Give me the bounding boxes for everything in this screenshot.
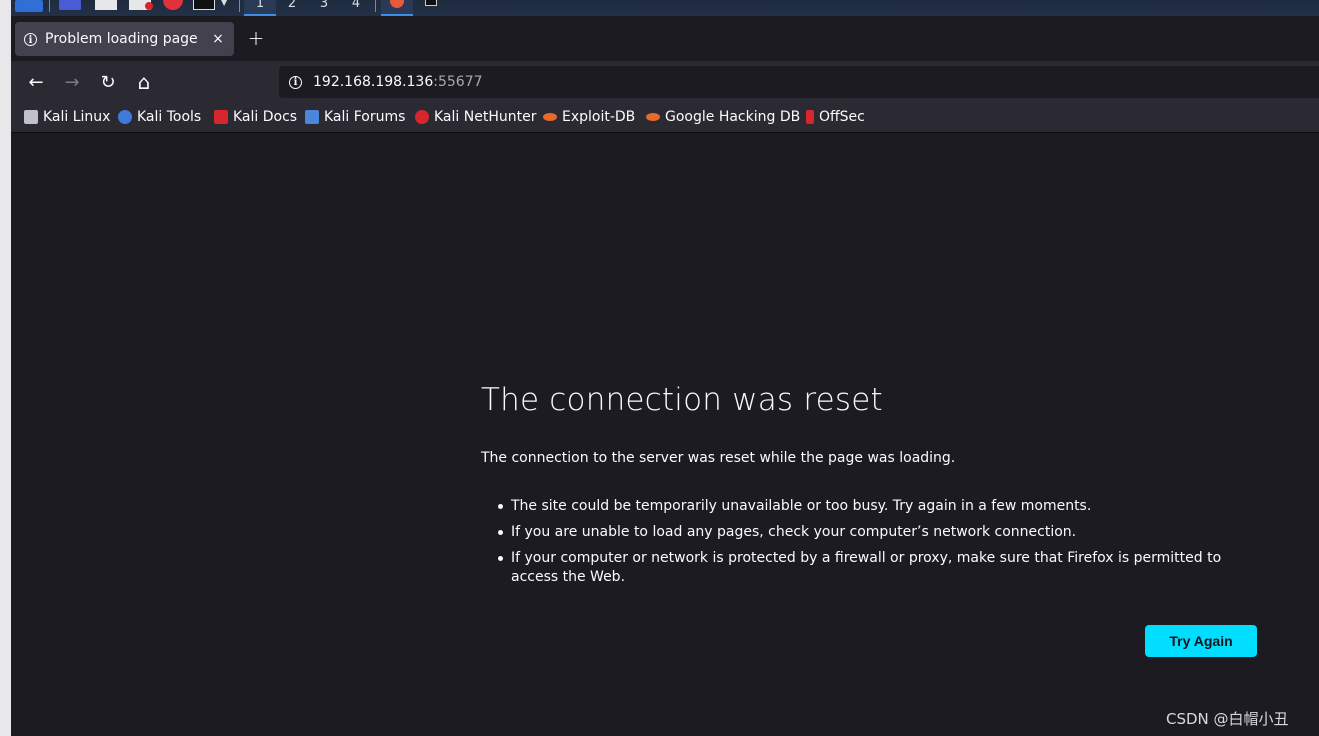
- bookmark-label: Exploit-DB: [562, 109, 636, 125]
- panel-separator: [49, 0, 50, 12]
- text-editor-icon[interactable]: [129, 0, 153, 10]
- workspace-4[interactable]: 4: [340, 0, 372, 14]
- list-item: The site could be temporarily unavailabl…: [481, 497, 1261, 516]
- bookmark-kali-tools[interactable]: Kali Tools: [118, 107, 201, 127]
- back-button[interactable]: ←: [20, 66, 52, 98]
- kali-tools-icon: [118, 110, 132, 124]
- offsec-icon: [806, 110, 814, 124]
- list-item: If your computer or network is protected…: [481, 549, 1261, 587]
- bookmark-label: Kali Forums: [324, 109, 406, 125]
- bookmark-google-hacking-db[interactable]: Google Hacking DB: [646, 107, 800, 127]
- tab-strip: i Problem loading page × +: [11, 16, 1319, 61]
- bookmark-kali-docs[interactable]: Kali Docs: [214, 107, 297, 127]
- bookmark-kali-linux[interactable]: Kali Linux: [24, 107, 110, 127]
- info-icon: i: [24, 32, 37, 46]
- bookmark-exploit-db[interactable]: Exploit-DB: [543, 107, 635, 127]
- bookmark-label: Kali Docs: [233, 109, 298, 125]
- try-again-button[interactable]: Try Again: [1145, 625, 1257, 657]
- firefox-taskbar-icon[interactable]: [381, 0, 413, 16]
- panel-separator: [239, 0, 240, 12]
- error-suggestions: The site could be temporarily unavailabl…: [481, 497, 1261, 594]
- kali-menu-icon[interactable]: [15, 0, 43, 12]
- error-page: The connection was reset The connection …: [11, 133, 1319, 736]
- kali-docs-icon: [214, 110, 228, 124]
- tab-title: Problem loading page: [45, 31, 198, 47]
- exploit-db-icon: [646, 113, 660, 121]
- url-host: 192.168.198.136: [313, 74, 434, 90]
- tab-problem-loading-page[interactable]: i Problem loading page ×: [15, 22, 234, 56]
- url-port: :55677: [433, 74, 483, 90]
- file-manager-icon[interactable]: [95, 0, 117, 10]
- firefox-launcher-icon[interactable]: [163, 0, 183, 10]
- forward-button[interactable]: →: [56, 66, 88, 98]
- chevron-down-icon[interactable]: ▼: [221, 0, 227, 12]
- panel-separator: [375, 0, 376, 12]
- bookmarks-toolbar: Kali Linux Kali Tools Kali Docs Kali For…: [11, 103, 1319, 133]
- kali-forums-icon: [305, 110, 319, 124]
- kali-nethunter-icon: [415, 110, 429, 124]
- bookmark-label: Google Hacking DB: [665, 109, 801, 125]
- bookmark-label: Kali Linux: [43, 109, 111, 125]
- error-title: The connection was reset: [481, 382, 883, 418]
- workspace-3[interactable]: 3: [308, 0, 340, 14]
- navigation-toolbar: ← → ↻ ⌂ i 192.168.198.136:55677: [11, 61, 1319, 103]
- watermark: CSDN @白帽小丑: [1166, 710, 1289, 728]
- bookmark-label: OffSec: [819, 109, 865, 125]
- site-info-icon[interactable]: i: [289, 75, 302, 89]
- kali-dragon-icon: [24, 110, 38, 124]
- home-button[interactable]: ⌂: [128, 66, 160, 98]
- bookmark-kali-forums[interactable]: Kali Forums: [305, 107, 405, 127]
- os-panel: ▼ 1 2 3 4: [11, 0, 1319, 16]
- terminal-taskbar-icon[interactable]: [425, 0, 437, 6]
- workspace-1[interactable]: 1: [244, 0, 276, 16]
- error-description: The connection to the server was reset w…: [481, 450, 956, 466]
- desktop-icon[interactable]: [59, 0, 81, 10]
- reload-button[interactable]: ↻: [92, 66, 124, 98]
- bookmark-label: Kali NetHunter: [434, 109, 537, 125]
- exploit-db-icon: [543, 113, 557, 121]
- list-item: If you are unable to load any pages, che…: [481, 523, 1261, 542]
- bookmark-kali-nethunter[interactable]: Kali NetHunter: [415, 107, 536, 127]
- bookmark-offsec[interactable]: OffSec: [806, 107, 865, 127]
- close-icon[interactable]: ×: [208, 29, 228, 49]
- url-bar[interactable]: i 192.168.198.136:55677: [279, 66, 1319, 98]
- terminal-icon[interactable]: [193, 0, 215, 10]
- firefox-window: ▼ 1 2 3 4 i Problem loading page × + ← →…: [11, 0, 1319, 736]
- bookmark-label: Kali Tools: [137, 109, 202, 125]
- new-tab-button[interactable]: +: [244, 26, 268, 50]
- workspace-2[interactable]: 2: [276, 0, 308, 14]
